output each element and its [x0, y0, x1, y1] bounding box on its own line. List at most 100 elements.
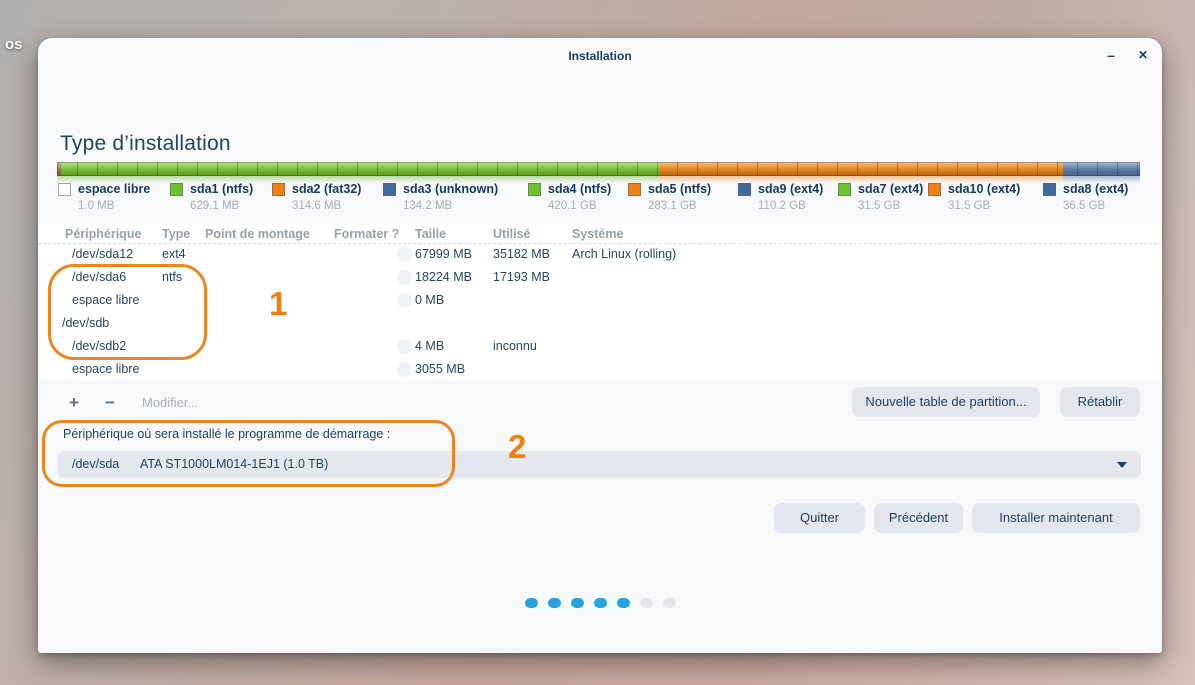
legend-item-sda10: sda10 (ext4) 31.5 GB: [928, 182, 1020, 212]
chevron-down-icon: [1117, 462, 1127, 468]
partition-bar-segment-blue-region: [1063, 162, 1140, 176]
column-header-device: Périphérique: [65, 227, 141, 241]
partition-bar-segment-green-region: [61, 162, 660, 176]
installer-window: Installation – ✕ Type d’installation esp…: [38, 38, 1162, 653]
format-checkbox[interactable]: [397, 362, 412, 377]
progress-dot: [571, 598, 584, 608]
cell-size: 4 MB: [415, 335, 444, 358]
progress-dot: [548, 598, 561, 608]
column-header-type: Type: [162, 227, 190, 241]
legend-name: sda4 (ntfs): [548, 182, 611, 197]
legend-swatch-orange: [928, 183, 941, 196]
progress-dot: [617, 598, 630, 608]
legend-size: 420.1 GB: [548, 200, 611, 212]
boot-device-description: ATA ST1000LM014-1EJ1 (1.0 TB): [140, 451, 328, 478]
titlebar[interactable]: Installation – ✕: [38, 38, 1162, 72]
cell-size: 0 MB: [415, 289, 444, 312]
format-checkbox[interactable]: [397, 270, 412, 285]
boot-device-value: /dev/sda: [72, 451, 119, 478]
legend-item-sda5: sda5 (ntfs) 283.1 GB: [628, 182, 711, 212]
table-row[interactable]: /dev/sda6 ntfs 18224 MB 17193 MB: [38, 266, 1162, 289]
legend-size: 314.6 MB: [292, 200, 361, 212]
cell-device: espace libre: [72, 358, 139, 381]
partition-bar: [57, 162, 1140, 176]
legend-name: sda9 (ext4): [758, 182, 823, 197]
legend-size: 36.5 GB: [1063, 200, 1128, 212]
progress-dots: [38, 598, 1162, 608]
legend-swatch-white: [58, 183, 71, 196]
legend-name: espace libre: [78, 182, 150, 197]
boot-device-label: Périphérique où sera installé le program…: [63, 427, 390, 441]
cell-device: espace libre: [72, 289, 139, 312]
cell-size: 3055 MB: [415, 358, 465, 381]
format-checkbox[interactable]: [397, 339, 412, 354]
legend-item-sda3: sda3 (unknown) 134.2 MB: [383, 182, 498, 212]
legend-name: sda3 (unknown): [403, 182, 498, 197]
legend-item-sda8: sda8 (ext4) 36.5 GB: [1043, 182, 1128, 212]
legend-item-sda2: sda2 (fat32)314.6 MB: [272, 182, 361, 212]
new-partition-table-button[interactable]: Nouvelle table de partition...: [852, 387, 1040, 417]
format-checkbox[interactable]: [397, 247, 412, 262]
revert-button[interactable]: Rétablir: [1060, 387, 1140, 417]
install-now-button[interactable]: Installer maintenant: [972, 503, 1140, 533]
legend-size: 31.5 GB: [858, 200, 923, 212]
legend-swatch-green: [528, 183, 541, 196]
table-row[interactable]: /dev/sda12 ext4 67999 MB 35182 MB Arch L…: [38, 243, 1162, 266]
legend-size: 110.2 GB: [758, 200, 823, 212]
desktop-icon-label-fragment: os: [5, 36, 23, 53]
table-header: Périphérique Type Point de montage Forma…: [38, 224, 1162, 244]
table-rows: /dev/sda12 ext4 67999 MB 35182 MB Arch L…: [38, 243, 1162, 381]
partition-table: Périphérique Type Point de montage Forma…: [38, 224, 1162, 381]
cell-used: inconnu: [493, 335, 537, 358]
legend-size: 283.1 GB: [648, 200, 711, 212]
progress-dot: [663, 598, 676, 608]
legend-size: 31.5 GB: [948, 200, 1020, 212]
edit-partition-button[interactable]: Modifier...: [142, 389, 198, 417]
annotation-number-2: 2: [508, 428, 526, 466]
close-icon[interactable]: ✕: [1134, 46, 1152, 64]
table-row[interactable]: espace libre 3055 MB: [38, 358, 1162, 381]
legend-item-sda9: sda9 (ext4) 110.2 GB: [738, 182, 823, 212]
cell-device: /dev/sda6: [72, 266, 126, 289]
progress-dot: [594, 598, 607, 608]
cell-type: ntfs: [162, 266, 182, 289]
progress-dot: [525, 598, 538, 608]
legend-item-sda4: sda4 (ntfs) 420.1 GB: [528, 182, 611, 212]
column-header-system: Système: [572, 227, 623, 241]
back-button[interactable]: Précédent: [874, 503, 963, 533]
legend-size: 134.2 MB: [403, 200, 498, 212]
legend-name: sda1 (ntfs): [190, 182, 253, 197]
legend-item-sda1: sda1 (ntfs)629.1 MB: [170, 182, 253, 212]
cell-device: /dev/sdb2: [72, 335, 126, 358]
table-row[interactable]: /dev/sdb2 4 MB inconnu: [38, 335, 1162, 358]
format-checkbox[interactable]: [397, 293, 412, 308]
legend-swatch-green: [838, 183, 851, 196]
progress-dot: [640, 598, 653, 608]
legend-name: sda10 (ext4): [948, 182, 1020, 197]
remove-partition-button[interactable]: −: [105, 389, 115, 417]
quit-button[interactable]: Quitter: [774, 503, 865, 533]
cell-used: 17193 MB: [493, 266, 550, 289]
add-partition-button[interactable]: +: [69, 389, 79, 417]
legend-item-espace-libre: espace libre 1.0 MB: [58, 182, 150, 212]
minimize-icon[interactable]: –: [1102, 46, 1120, 64]
window-title: Installation: [38, 38, 1162, 72]
boot-device-select[interactable]: /dev/sda ATA ST1000LM014-1EJ1 (1.0 TB): [58, 451, 1141, 478]
cell-device: /dev/sda12: [72, 243, 133, 266]
table-row[interactable]: espace libre 0 MB: [38, 289, 1162, 312]
legend-swatch-blue: [1043, 183, 1056, 196]
table-row[interactable]: /dev/sdb: [38, 312, 1162, 335]
legend-swatch-blue: [383, 183, 396, 196]
column-header-used: Utilisé: [493, 227, 531, 241]
column-header-size: Taille: [415, 227, 446, 241]
cell-device: /dev/sdb: [62, 312, 109, 335]
column-header-mount: Point de montage: [205, 227, 310, 241]
legend-name: sda7 (ext4): [858, 182, 923, 197]
legend-name: sda8 (ext4): [1063, 182, 1128, 197]
legend-size: 1.0 MB: [78, 200, 150, 212]
legend-swatch-orange: [628, 183, 641, 196]
legend-name: sda5 (ntfs): [648, 182, 711, 197]
cell-used: 35182 MB: [493, 243, 550, 266]
cell-size: 67999 MB: [415, 243, 472, 266]
legend-swatch-orange: [272, 183, 285, 196]
